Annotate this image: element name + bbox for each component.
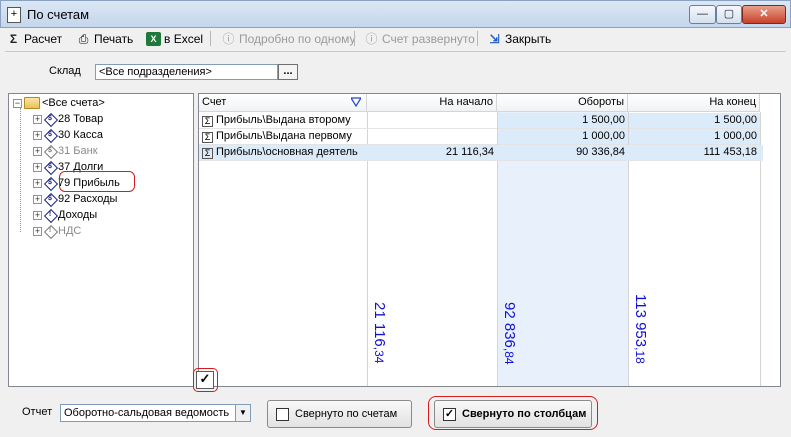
sklad-browse-button[interactable]: ... xyxy=(278,64,298,80)
expanded-button[interactable]: ⓘ Счет развернуто xyxy=(364,30,474,47)
app-icon: + xyxy=(7,7,21,23)
checkbox-empty[interactable] xyxy=(276,407,289,421)
collapsed-accounts-toggle[interactable]: Свернуто по счетам xyxy=(267,400,412,428)
warning-icon: ! xyxy=(44,225,56,237)
sklad-label: Склад xyxy=(49,65,81,77)
expand-icon[interactable]: + xyxy=(33,178,42,188)
header-start[interactable]: На начало xyxy=(367,94,497,112)
end-cell: 111 453,18 xyxy=(629,145,760,161)
printer-icon: ⎙ xyxy=(78,31,89,46)
info-icon: ⓘ xyxy=(222,31,235,46)
account-icon: $ xyxy=(44,161,56,173)
horizontal-scrollbar[interactable] xyxy=(367,386,497,387)
tree-root[interactable]: − <Все счета> xyxy=(13,95,105,111)
expand-icon[interactable]: + xyxy=(33,114,42,124)
total-end: 113 953,18 xyxy=(632,294,649,364)
expand-icon[interactable]: + xyxy=(33,130,42,140)
account-icon: $ xyxy=(44,145,56,157)
highlight-marker xyxy=(428,396,598,430)
total-start: 21 116,34 xyxy=(371,302,388,364)
excel-button[interactable]: X в Excel xyxy=(146,30,203,47)
info-icon: ⓘ xyxy=(365,31,378,46)
title-bar: + По счетам — ▢ ✕ xyxy=(0,0,791,28)
folder-icon xyxy=(24,97,40,109)
start-cell xyxy=(367,113,497,129)
sum-icon: Σ xyxy=(202,148,213,159)
account-icon: $ xyxy=(44,129,56,141)
end-cell: 1 000,00 xyxy=(629,129,760,145)
tree-item-28[interactable]: + $ 28 Товар xyxy=(33,111,103,127)
account-cell: Σ Прибыль\Выдана второму xyxy=(199,113,367,129)
account-cell: Σ Прибыль\Выдана первому xyxy=(199,129,367,145)
tree-item-92[interactable]: + $ 92 Расходы xyxy=(33,191,117,207)
minimize-button[interactable]: — xyxy=(689,5,716,24)
divider xyxy=(5,51,786,52)
end-cell: 1 500,00 xyxy=(629,113,760,129)
total-turnover: 92 836,84 xyxy=(501,302,518,365)
filter-icon[interactable] xyxy=(351,97,361,107)
turnover-cell: 90 336,84 xyxy=(498,145,628,161)
calc-button[interactable]: Σ Расчет xyxy=(6,30,62,47)
toolbar: Σ Расчет ⎙ Печать X в Excel ⓘ Подробно п… xyxy=(0,28,791,49)
exit-icon: ⇲ xyxy=(489,31,500,46)
expand-icon[interactable]: + xyxy=(33,194,42,204)
table-row[interactable]: Σ Прибыль\Выдана второму 1 500,00 1 500,0… xyxy=(199,113,763,129)
expand-icon[interactable]: + xyxy=(33,226,42,236)
account-icon: $ xyxy=(44,193,56,205)
toolbar-separator xyxy=(210,31,211,46)
sklad-field[interactable]: <Все подразделения> xyxy=(95,64,278,80)
warning-icon: ! xyxy=(44,209,56,221)
accounts-grid[interactable]: Счет На начало Обороты На конец Σ Прибыль… xyxy=(198,93,781,387)
account-cell: Σ Прибыль\основная деятель xyxy=(199,145,367,161)
header-end[interactable]: На конец xyxy=(628,94,760,112)
window-title: По счетам xyxy=(27,7,90,22)
header-turnover[interactable]: Обороты xyxy=(497,94,628,112)
table-row[interactable]: Σ Прибыль\Выдана первому 1 000,00 1 000,0… xyxy=(199,129,763,145)
accounts-tree[interactable]: − <Все счета> + $ 28 Товар + $ 30 Касса … xyxy=(8,93,194,387)
print-button[interactable]: ⎙ Печать xyxy=(76,30,134,47)
start-cell: 21 116,34 xyxy=(367,145,497,161)
maximize-button[interactable]: ▢ xyxy=(716,5,742,24)
tree-item-income[interactable]: + ! Доходы xyxy=(33,207,97,223)
account-icon: $ xyxy=(44,177,56,189)
turnover-cell: 1 000,00 xyxy=(498,129,628,145)
tree-guide xyxy=(20,108,21,232)
close-window-button[interactable]: ✕ xyxy=(742,5,786,24)
calculate-icon: Σ xyxy=(9,31,18,46)
report-select[interactable]: Оборотно-сальдовая ведомость ▼ xyxy=(60,404,251,422)
expand-icon[interactable]: + xyxy=(33,146,42,156)
header-account[interactable]: Счет xyxy=(199,94,367,112)
chevron-down-icon[interactable]: ▼ xyxy=(235,405,250,421)
tree-item-31[interactable]: + $ 31 Банк xyxy=(33,143,98,159)
highlight-marker xyxy=(59,171,135,192)
sum-icon: Σ xyxy=(202,116,213,127)
tree-item-vat[interactable]: + ! НДС xyxy=(33,223,81,239)
table-row[interactable]: Σ Прибыль\основная деятель 21 116,34 90 3… xyxy=(199,145,763,161)
toolbar-separator xyxy=(477,31,478,46)
turnover-cell: 1 500,00 xyxy=(498,113,628,129)
account-icon: $ xyxy=(44,113,56,125)
start-cell xyxy=(367,129,497,145)
excel-icon: X xyxy=(146,31,161,46)
close-button[interactable]: ⇲ Закрыть xyxy=(487,30,551,47)
tree-item-30[interactable]: + $ 30 Касса xyxy=(33,127,103,143)
expand-icon[interactable]: + xyxy=(33,210,42,220)
collapse-icon[interactable]: − xyxy=(13,98,22,108)
report-label: Отчет xyxy=(22,406,53,418)
sum-icon: Σ xyxy=(202,132,213,143)
detail-one-button[interactable]: ⓘ Подробно по одному xyxy=(221,30,355,47)
highlight-marker xyxy=(193,368,218,392)
toolbar-separator xyxy=(354,31,355,46)
expand-icon[interactable]: + xyxy=(33,162,42,172)
